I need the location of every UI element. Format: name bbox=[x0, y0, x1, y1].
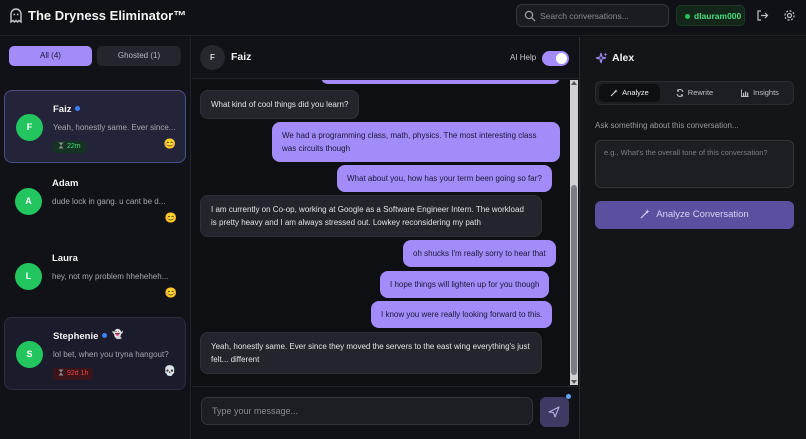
assistant-question-input[interactable] bbox=[595, 140, 794, 188]
send-button[interactable] bbox=[540, 394, 571, 427]
tab-analyze[interactable]: Analyze bbox=[599, 84, 660, 102]
avatar: F bbox=[16, 114, 43, 141]
message-bubble: I know you were really looking forward t… bbox=[371, 301, 553, 328]
mood-emoji-icon: 😊 bbox=[164, 213, 177, 224]
tab-insights[interactable]: Insights bbox=[729, 84, 791, 102]
conversation-sidebar: All (4) Ghosted (1) F Faiz Yeah, honestl… bbox=[0, 37, 191, 439]
sparkles-icon bbox=[595, 52, 608, 64]
gear-icon[interactable] bbox=[783, 9, 796, 22]
conversation-item-stephenie[interactable]: S Stephenie 👻 lol bet, when you tryna ha… bbox=[4, 317, 186, 390]
tab-rewrite[interactable]: Rewrite bbox=[664, 84, 725, 102]
unread-dot bbox=[102, 333, 107, 338]
assistant-prompt-label: Ask something about this conversation... bbox=[595, 121, 739, 130]
message-bubble: I hope things will lighten up for you th… bbox=[380, 271, 550, 298]
message-bubble: What kind of cool things did you learn? bbox=[200, 90, 360, 119]
contact-name: Adam bbox=[52, 178, 79, 189]
chat-header: F Faiz AI Help bbox=[192, 37, 578, 79]
app-title: The Dryness Eliminator™ bbox=[28, 8, 187, 23]
message-input[interactable] bbox=[201, 397, 533, 425]
search-icon bbox=[524, 10, 536, 22]
mood-emoji-icon: 😊 bbox=[164, 288, 177, 299]
analyze-button-label: Analyze Conversation bbox=[656, 209, 749, 220]
scroll-down-arrow-icon[interactable] bbox=[571, 380, 577, 384]
conversation-item-laura[interactable]: L Laura hey, not my problem hheheheh... … bbox=[4, 240, 186, 313]
message-list: What kind of cool things did you learn? … bbox=[192, 80, 570, 385]
avatar: F bbox=[200, 45, 225, 70]
username: dlauram000 bbox=[694, 11, 742, 21]
message-bubble-partial bbox=[321, 80, 560, 84]
hourglass-icon bbox=[58, 369, 64, 376]
mood-emoji-icon: 💀 bbox=[163, 366, 176, 377]
unread-dot bbox=[75, 106, 80, 111]
assistant-name: Alex bbox=[612, 52, 635, 64]
search-bar[interactable] bbox=[516, 4, 669, 27]
toggle-knob bbox=[556, 53, 567, 64]
contact-name: Stephenie bbox=[53, 331, 99, 342]
conversation-item-faiz[interactable]: F Faiz Yeah, honestly same. Ever since..… bbox=[4, 90, 186, 163]
message-bubble: Yeah, honestly same. Ever since they mov… bbox=[200, 332, 542, 374]
user-status-chip[interactable]: dlauram000 bbox=[676, 5, 745, 26]
mood-emoji-icon: 😊 bbox=[163, 139, 176, 150]
top-bar: The Dryness Eliminator™ dlauram000 bbox=[0, 0, 806, 36]
message-bubble: oh shucks I'm really sorry to hear that bbox=[403, 240, 556, 267]
message-snippet: dude lock in gang. u cant be d... bbox=[52, 197, 166, 206]
message-snippet: lol bet, when you tryna hangout? bbox=[53, 350, 169, 359]
refresh-icon bbox=[676, 89, 684, 97]
bar-chart-icon bbox=[741, 89, 749, 97]
ai-help-label: AI Help bbox=[510, 53, 537, 62]
ghost-logo-icon bbox=[10, 8, 22, 24]
tab-label: Rewrite bbox=[687, 88, 714, 97]
message-snippet: hey, not my problem hheheheh... bbox=[52, 272, 169, 281]
filter-all-button[interactable]: All (4) bbox=[9, 46, 92, 66]
notification-dot bbox=[566, 394, 571, 399]
conversation-item-adam[interactable]: A Adam dude lock in gang. u cant be d...… bbox=[4, 165, 186, 238]
contact-name: Laura bbox=[52, 253, 78, 264]
avatar: S bbox=[16, 341, 43, 368]
search-input[interactable] bbox=[540, 7, 665, 25]
message-snippet: Yeah, honestly same. Ever since... bbox=[53, 123, 176, 132]
ai-help-toggle[interactable] bbox=[542, 51, 569, 66]
scrollbar-thumb[interactable] bbox=[571, 185, 577, 375]
time-badge-label: 22m bbox=[67, 143, 81, 150]
message-bubble: What about you, how has your term been g… bbox=[337, 165, 552, 192]
magic-wand-icon bbox=[610, 89, 619, 97]
assistant-tabs: Analyze Rewrite Insights bbox=[595, 81, 794, 105]
time-badge: 92d 1h bbox=[53, 368, 94, 380]
chat-scrollbar[interactable] bbox=[570, 80, 578, 385]
message-bubble: I am currently on Co-op, working at Goog… bbox=[200, 195, 542, 237]
hourglass-icon bbox=[58, 142, 64, 149]
filter-ghosted-button[interactable]: Ghosted (1) bbox=[97, 46, 181, 66]
online-status-dot bbox=[685, 14, 690, 19]
analyze-conversation-button[interactable]: Analyze Conversation bbox=[595, 201, 794, 229]
contact-name: Faiz bbox=[53, 104, 72, 115]
scroll-up-arrow-icon[interactable] bbox=[571, 81, 577, 85]
time-badge: 22m bbox=[53, 141, 86, 153]
avatar: L bbox=[15, 263, 42, 290]
chat-area: F Faiz AI Help What kind of cool things … bbox=[192, 37, 578, 439]
chat-title: Faiz bbox=[231, 51, 252, 63]
message-composer bbox=[192, 386, 578, 439]
time-badge-label: 92d 1h bbox=[67, 370, 89, 377]
tab-label: Insights bbox=[753, 88, 779, 97]
assistant-panel: Alex Analyze Rewrite Insights Ask someth… bbox=[579, 37, 806, 439]
magic-wand-icon bbox=[640, 209, 651, 219]
tab-label: Analyze bbox=[622, 88, 649, 97]
avatar: A bbox=[15, 188, 42, 215]
logout-icon[interactable] bbox=[756, 9, 769, 22]
ghost-icon: 👻 bbox=[112, 329, 124, 339]
message-bubble: We had a programming class, math, physic… bbox=[272, 122, 560, 162]
send-icon bbox=[548, 406, 560, 418]
